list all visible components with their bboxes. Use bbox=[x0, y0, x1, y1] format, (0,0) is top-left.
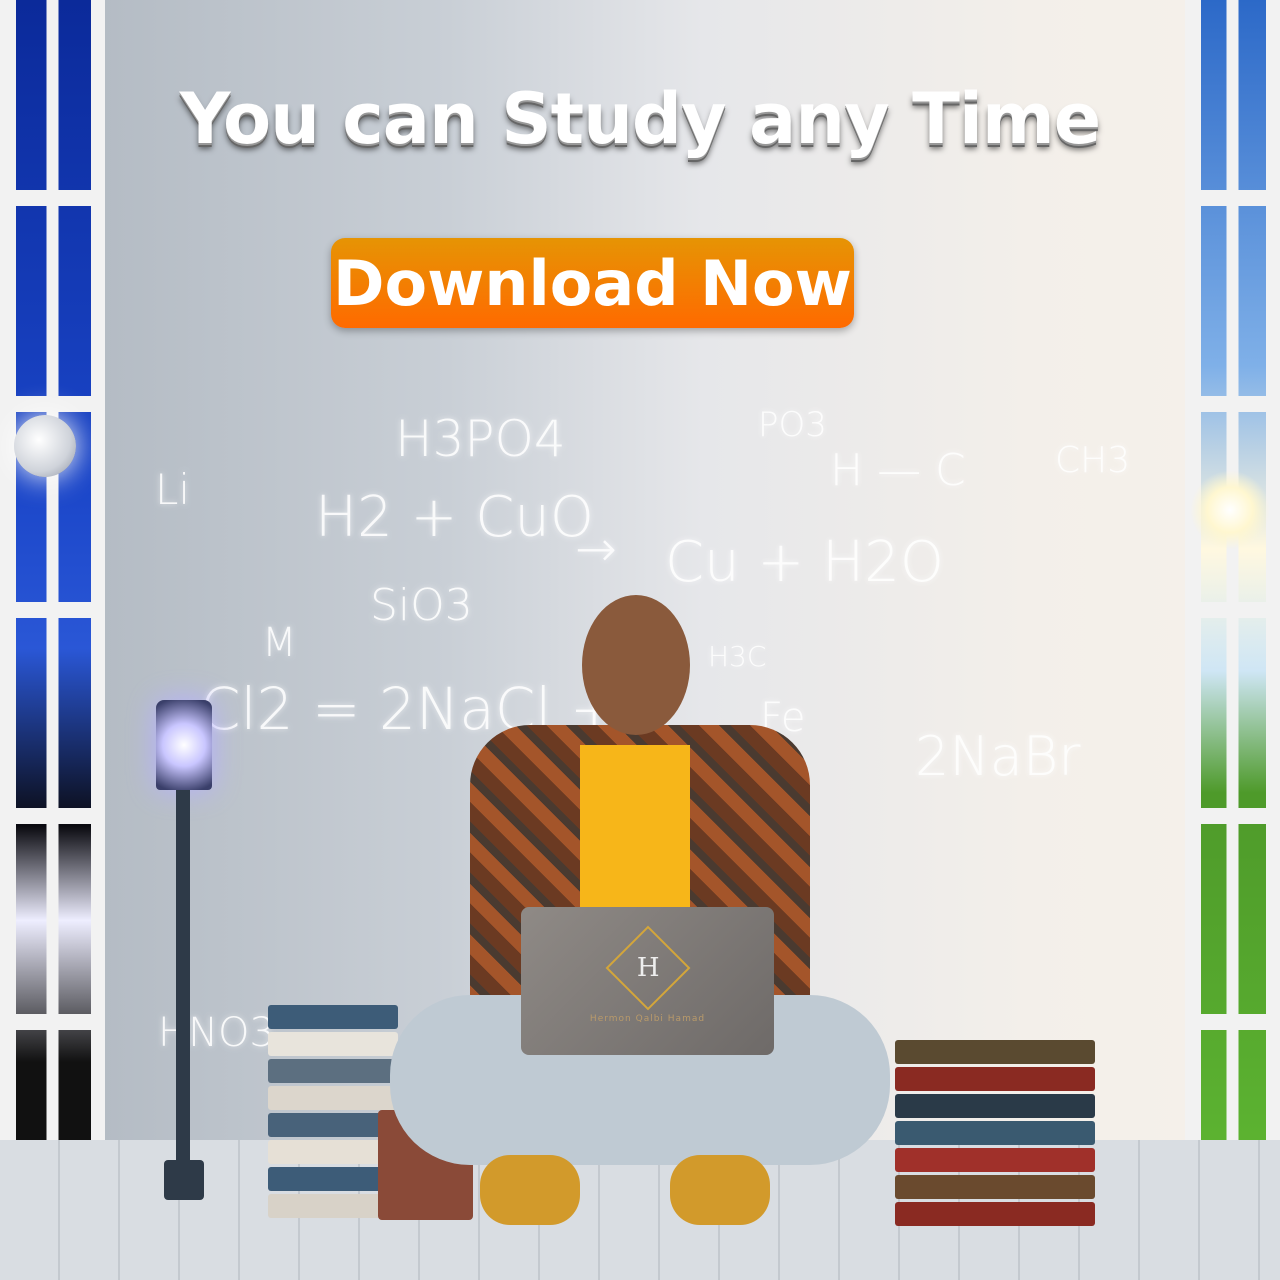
moon-image bbox=[14, 415, 76, 477]
formula: Cu + H2O bbox=[665, 530, 944, 595]
formula: H2 + CuO bbox=[315, 485, 594, 550]
laptop-logo-icon: H bbox=[605, 925, 690, 1011]
formula: 2NaBr bbox=[915, 725, 1081, 788]
sun-image bbox=[1190, 470, 1270, 550]
shoe bbox=[480, 1155, 580, 1225]
laptop: H Hermon Qalbi Hamad bbox=[521, 907, 774, 1055]
lamp-post bbox=[176, 790, 190, 1190]
street-lamp-icon bbox=[156, 700, 212, 790]
shoe bbox=[670, 1155, 770, 1225]
formula: H — C bbox=[830, 445, 966, 496]
left-window-night bbox=[0, 0, 105, 1180]
formula: CH3 bbox=[1055, 440, 1131, 481]
student-face bbox=[582, 595, 690, 735]
ad-banner: You can Study any Time Download Now H3PO… bbox=[0, 0, 1280, 1280]
formula: Li bbox=[155, 465, 191, 514]
formula: H3PO4 bbox=[395, 410, 566, 468]
book-stack-right bbox=[895, 1040, 1095, 1229]
formula: M bbox=[262, 620, 297, 666]
right-window-day bbox=[1185, 0, 1280, 1220]
formula: PO3 bbox=[758, 405, 827, 445]
formula: → bbox=[575, 520, 617, 578]
laptop-brand-text: Hermon Qalbi Hamad bbox=[589, 1014, 706, 1024]
headline: You can Study any Time bbox=[179, 78, 1102, 160]
download-now-button[interactable]: Download Now bbox=[331, 238, 854, 328]
lamp-base bbox=[164, 1160, 204, 1200]
